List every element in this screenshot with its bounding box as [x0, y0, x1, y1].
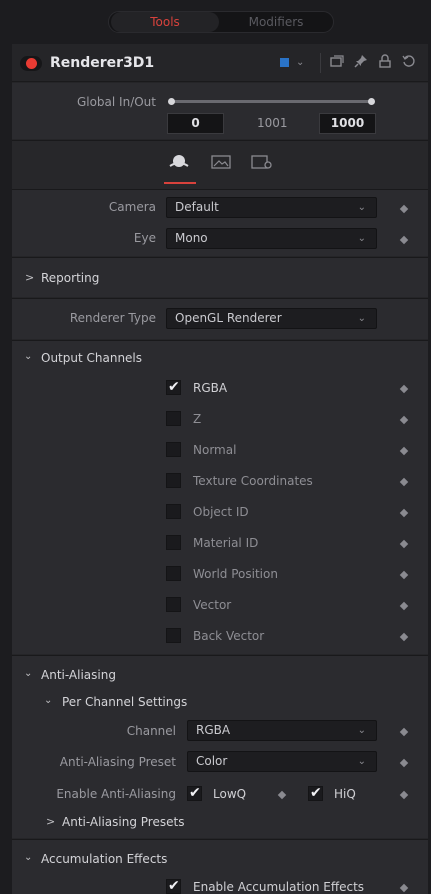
range-start-handle[interactable] [168, 98, 175, 105]
enable-anti-aliasing-label: Enable Anti-Aliasing [56, 787, 176, 801]
anti-aliasing-preset-label: Anti-Aliasing Preset [59, 755, 176, 769]
tab-settings[interactable] [250, 152, 272, 172]
tab-image[interactable] [210, 152, 232, 172]
node-name: Renderer3D1 [50, 55, 155, 71]
lock-icon[interactable] [378, 54, 392, 72]
chevron-down-icon[interactable]: ⌄ [24, 668, 32, 679]
anti-aliasing-presets-header[interactable]: Anti-Aliasing Presets [62, 815, 184, 829]
chevron-down-icon: ⌄ [357, 202, 366, 213]
versions-icon[interactable] [330, 54, 344, 72]
z-checkbox[interactable] [166, 411, 181, 426]
world-position-label: World Position [193, 567, 278, 581]
rgba-label: RGBA [193, 381, 228, 395]
back-vector-label: Back Vector [193, 629, 265, 643]
hiq-label: HiQ [334, 787, 356, 801]
eye-dropdown[interactable]: Mono ⌄ [166, 228, 377, 249]
node-enabled-indicator [26, 58, 37, 69]
material-id-label: Material ID [193, 536, 259, 550]
material-id-checkbox[interactable] [166, 535, 181, 550]
chevron-down-icon: ⌄ [357, 756, 366, 767]
camera-label: Camera [108, 200, 156, 214]
hiq-checkbox[interactable] [308, 785, 323, 801]
camera-value: Default [175, 200, 219, 214]
global-end-field[interactable]: 1000 [319, 113, 376, 134]
chevron-down-icon[interactable]: ⌄ [44, 695, 52, 706]
node-color-swatch[interactable] [280, 58, 289, 67]
reporting-header[interactable]: Reporting [41, 271, 99, 285]
header-separator [320, 53, 321, 73]
tab-bar: Tools Modifiers [0, 0, 431, 40]
texture-coordinates-label: Texture Coordinates [193, 474, 313, 488]
tab-switcher: Tools Modifiers [108, 11, 334, 33]
normal-label: Normal [193, 443, 237, 457]
chevron-down-icon[interactable]: ⌄ [296, 57, 304, 68]
z-label: Z [193, 412, 202, 426]
anti-aliasing-section [12, 656, 428, 838]
pin-icon[interactable] [354, 54, 368, 72]
chevron-right-icon[interactable]: > [25, 271, 34, 284]
anti-aliasing-preset-dropdown[interactable]: Color ⌄ [187, 751, 377, 772]
accumulation-effects-header[interactable]: Accumulation Effects [41, 852, 167, 866]
vector-checkbox[interactable] [166, 597, 181, 612]
renderer-type-label: Renderer Type [69, 311, 156, 325]
enable-accumulation-label: Enable Accumulation Effects [193, 880, 365, 894]
tab-tools[interactable]: Tools [111, 12, 219, 32]
channel-label: Channel [126, 724, 176, 738]
lowq-label: LowQ [213, 787, 247, 801]
global-start-field[interactable]: 0 [167, 113, 224, 134]
camera-dropdown[interactable]: Default ⌄ [166, 197, 377, 218]
rgba-checkbox[interactable] [166, 379, 181, 395]
lowq-checkbox[interactable] [187, 785, 202, 801]
range-end-handle[interactable] [368, 98, 375, 105]
vector-label: Vector [193, 598, 232, 612]
eye-value: Mono [175, 231, 208, 245]
tab-modifiers[interactable]: Modifiers [221, 12, 331, 32]
chevron-down-icon[interactable]: ⌄ [24, 852, 32, 863]
eye-label: Eye [133, 231, 156, 245]
object-id-checkbox[interactable] [166, 504, 181, 519]
global-range-slider[interactable] [174, 100, 372, 103]
tab-controls[interactable] [168, 152, 190, 172]
channel-value: RGBA [196, 723, 231, 737]
image-icon [211, 155, 231, 169]
global-mid-value: 1001 [257, 116, 288, 130]
chevron-down-icon: ⌄ [357, 233, 366, 244]
world-position-checkbox[interactable] [166, 566, 181, 581]
node-header: Renderer3D1 ⌄ [12, 44, 428, 82]
renderer-type-value: OpenGL Renderer [175, 311, 282, 325]
settings-icon [251, 155, 272, 169]
chevron-down-icon: ⌄ [357, 725, 366, 736]
controls-icon [169, 155, 189, 167]
back-vector-checkbox[interactable] [166, 628, 181, 643]
channel-dropdown[interactable]: RGBA ⌄ [187, 720, 377, 741]
chevron-down-icon: ⌄ [357, 313, 366, 324]
enable-accumulation-checkbox[interactable] [166, 878, 181, 894]
renderer-type-dropdown[interactable]: OpenGL Renderer ⌄ [166, 308, 377, 329]
per-channel-settings-header[interactable]: Per Channel Settings [62, 695, 187, 709]
normal-checkbox[interactable] [166, 442, 181, 457]
output-channels-header[interactable]: Output Channels [41, 351, 142, 365]
anti-aliasing-header[interactable]: Anti-Aliasing [41, 668, 116, 682]
chevron-right-icon[interactable]: > [46, 815, 55, 828]
texture-coordinates-checkbox[interactable] [166, 473, 181, 488]
global-inout-label: Global In/Out [76, 95, 156, 109]
object-id-label: Object ID [193, 505, 249, 519]
active-tab-indicator [164, 182, 196, 184]
chevron-down-icon[interactable]: ⌄ [24, 351, 32, 362]
reset-icon[interactable] [402, 54, 416, 72]
anti-aliasing-preset-value: Color [196, 754, 228, 768]
